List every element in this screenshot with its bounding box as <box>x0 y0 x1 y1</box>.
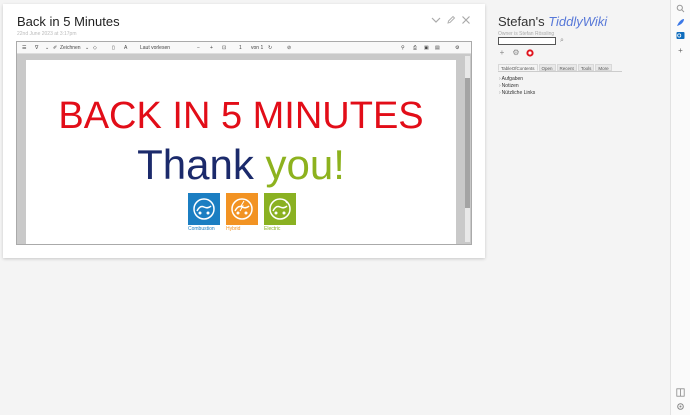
pdf-viewer: ☰ ∇ ⌄ ✐ Zeichnen ⌄ ◇ ▯ A Laut vorlesen −… <box>16 41 472 245</box>
fit-page-icon[interactable]: ⊡ <box>222 45 226 51</box>
new-tiddler-icon[interactable]: + <box>498 49 506 57</box>
badge-label: Combustion <box>188 226 215 232</box>
slide-headline: BACK IN 5 MINUTES <box>58 95 424 137</box>
badge-electric: Electric <box>264 193 296 233</box>
toc-item[interactable]: ›Notizen <box>499 83 535 90</box>
tab-more[interactable]: More <box>595 64 612 71</box>
save-icon[interactable]: ▣ <box>424 45 429 51</box>
chevron-right-icon[interactable]: › <box>499 76 501 82</box>
tiddler-card: Back in 5 Minutes 22nd June 2023 at 3:17… <box>3 4 485 258</box>
hybrid-car-icon <box>226 193 258 225</box>
save-as-icon[interactable]: ▤ <box>435 45 440 51</box>
outlook-icon[interactable] <box>676 31 685 40</box>
powertrain-badges: Combustion Hybrid Electric <box>188 193 296 233</box>
feather-icon[interactable] <box>676 18 685 27</box>
electric-car-icon <box>264 193 296 225</box>
save-status-icon[interactable] <box>526 49 534 57</box>
highlight-icon[interactable]: ∇ <box>35 45 38 51</box>
draw-button[interactable]: Zeichnen <box>60 45 81 51</box>
site-title-plain: Stefan's <box>498 14 545 29</box>
read-aloud-icon[interactable]: A <box>124 45 127 51</box>
page-total: von 1 <box>251 45 264 51</box>
zoom-out-button[interactable]: − <box>197 45 200 51</box>
pencil-icon[interactable] <box>446 15 456 25</box>
badge-label: Hybrid <box>226 226 241 232</box>
scrollbar-thumb[interactable] <box>465 78 470 208</box>
tab-table-of-contents[interactable]: TableOfContents <box>498 64 538 71</box>
print-icon[interactable]: ⎙ <box>413 45 417 51</box>
search-icon[interactable]: ⌕ <box>560 37 564 45</box>
tab-recent[interactable]: Recent <box>556 64 577 71</box>
search-icon[interactable]: ⚲ <box>401 45 405 51</box>
tiddler-subtitle: 22nd June 2023 at 3:17pm <box>17 31 77 37</box>
gear-icon[interactable] <box>676 402 685 411</box>
pdf-scrollbar[interactable] <box>465 56 470 242</box>
toc-item-label[interactable]: Notizen <box>502 83 519 89</box>
slide-you: you! <box>265 141 345 188</box>
search-icon[interactable] <box>676 4 685 13</box>
split-screen-icon[interactable] <box>676 388 685 397</box>
badge-combustion: Combustion <box>188 193 220 233</box>
zoom-in-button[interactable]: + <box>210 45 213 51</box>
draw-icon[interactable]: ✐ <box>53 45 57 51</box>
toc-item[interactable]: ›Nützliche Links <box>499 90 535 97</box>
add-icon[interactable]: + <box>676 46 685 55</box>
tab-tools[interactable]: Tools <box>577 64 595 71</box>
site-title-accent: TiddlyWiki <box>548 14 608 29</box>
slide-thank-you: Thank you! <box>26 142 456 188</box>
toc-list: ›Aufgaben ›Notizen ›Nützliche Links <box>499 76 535 97</box>
slide-thank: Thank <box>137 141 254 188</box>
toc-item[interactable]: ›Aufgaben <box>499 76 535 83</box>
immersive-icon[interactable]: ⊘ <box>287 45 291 51</box>
sidebar-tabs: TableOfContents Open Recent Tools More <box>498 64 622 72</box>
page-number-input[interactable]: 1 <box>239 45 242 51</box>
chevron-down-icon[interactable]: ⌄ <box>45 45 49 51</box>
chevron-right-icon[interactable]: › <box>499 83 501 89</box>
pdf-page: BACK IN 5 MINUTES Thank you! Combustion <box>26 60 456 244</box>
contents-icon[interactable]: ☰ <box>22 45 26 51</box>
toc-item-label[interactable]: Nützliche Links <box>502 90 536 96</box>
chevron-down-icon[interactable] <box>431 15 441 25</box>
badge-hybrid: Hybrid <box>226 193 258 233</box>
read-aloud-button[interactable]: Laut vorlesen <box>140 45 170 51</box>
chevron-right-icon[interactable]: › <box>499 90 501 96</box>
tiddler-title[interactable]: Back in 5 Minutes <box>17 14 120 29</box>
pdf-toolbar: ☰ ∇ ⌄ ✐ Zeichnen ⌄ ◇ ▯ A Laut vorlesen −… <box>17 42 471 54</box>
gear-icon[interactable]: ⚙ <box>455 45 459 51</box>
gear-icon[interactable]: ⚙ <box>512 49 520 57</box>
page-view-icon[interactable]: ▯ <box>112 45 115 51</box>
eraser-icon[interactable]: ◇ <box>93 45 97 51</box>
page-controls: + ⚙ <box>498 49 534 57</box>
site-title: Stefan's TiddlyWiki <box>498 14 607 29</box>
chevron-down-icon[interactable]: ⌄ <box>85 45 89 51</box>
badge-label: Electric <box>264 226 281 232</box>
search-input[interactable] <box>498 37 556 45</box>
tiddler-controls <box>431 15 471 25</box>
app-root: Back in 5 Minutes 22nd June 2023 at 3:17… <box>0 0 690 415</box>
combustion-car-icon <box>188 193 220 225</box>
tab-open[interactable]: Open <box>538 64 556 71</box>
toc-item-label[interactable]: Aufgaben <box>502 76 523 82</box>
browser-side-panel: + <box>670 0 690 415</box>
rotate-icon[interactable]: ↻ <box>268 45 272 51</box>
close-icon[interactable] <box>461 15 471 25</box>
